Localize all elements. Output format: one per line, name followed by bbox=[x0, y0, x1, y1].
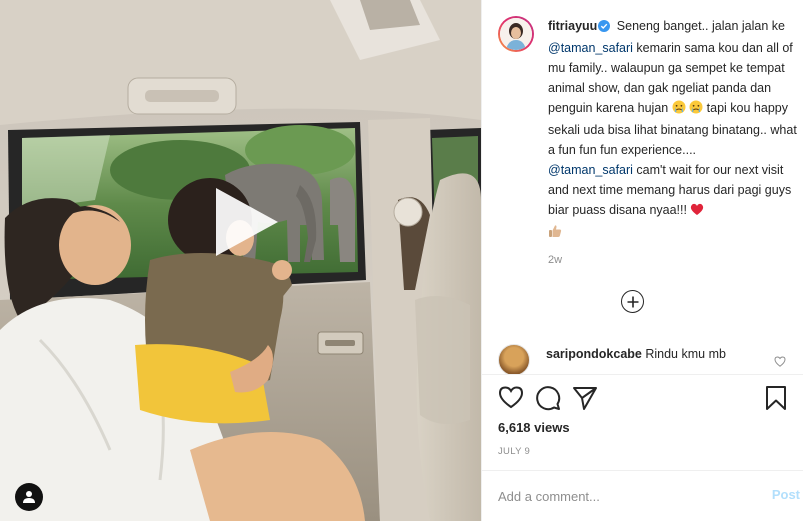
comment-body: Rindu kmu mb bbox=[641, 347, 726, 361]
action-icons-row bbox=[498, 385, 796, 413]
comment-bubble-icon bbox=[536, 386, 561, 411]
post-caption: fitriayuu Seneng banget.. jalan jalan ke… bbox=[498, 16, 798, 266]
crying-face-emoji-icon bbox=[689, 100, 703, 120]
comment-button[interactable] bbox=[535, 385, 563, 413]
bookmark-icon bbox=[766, 386, 786, 410]
post-video[interactable] bbox=[0, 0, 481, 521]
instagram-post-view: fitriayuu Seneng banget.. jalan jalan ke… bbox=[0, 0, 803, 521]
comment-item: saripondokcabe Rindu kmu mb bbox=[498, 344, 794, 374]
user-tag-button[interactable] bbox=[15, 483, 43, 511]
user-tag-icon bbox=[23, 491, 35, 503]
comment-like-button[interactable] bbox=[774, 354, 786, 372]
author-avatar[interactable] bbox=[498, 16, 534, 52]
heart-icon bbox=[774, 356, 786, 367]
play-button[interactable] bbox=[212, 186, 282, 258]
view-count[interactable]: 6,618 views bbox=[498, 420, 570, 435]
caption-part: Seneng banget.. jalan jalan ke bbox=[613, 19, 785, 33]
heart-icon bbox=[498, 386, 524, 409]
post-comment-button[interactable]: Post bbox=[772, 487, 800, 502]
save-button[interactable] bbox=[764, 385, 792, 413]
post-time-ago[interactable]: 2w bbox=[548, 254, 798, 266]
mention-link[interactable]: @taman_safari bbox=[548, 41, 633, 55]
red-heart-emoji-icon bbox=[690, 202, 704, 222]
verified-badge-icon bbox=[598, 18, 611, 38]
paper-plane-icon bbox=[573, 387, 597, 410]
comments-section: fitriayuu Seneng banget.. jalan jalan ke… bbox=[482, 0, 803, 374]
comment-input[interactable] bbox=[498, 485, 748, 507]
crying-face-emoji-icon bbox=[672, 100, 686, 120]
post-date[interactable]: JULY 9 bbox=[498, 446, 530, 457]
caption-text: fitriayuu Seneng banget.. jalan jalan ke… bbox=[548, 16, 798, 244]
post-actions: 6,618 views JULY 9 bbox=[482, 374, 803, 470]
thumbs-up-emoji-icon bbox=[548, 224, 562, 244]
mention-link[interactable]: @taman_safari bbox=[548, 163, 633, 177]
commenter-username[interactable]: saripondokcabe bbox=[546, 347, 642, 361]
play-icon bbox=[216, 188, 278, 256]
video-frame-scene bbox=[0, 0, 481, 521]
like-button[interactable] bbox=[498, 385, 526, 413]
avatar-image bbox=[500, 18, 532, 50]
load-more-comments-button[interactable] bbox=[621, 290, 644, 313]
add-comment-section: Post bbox=[482, 470, 803, 521]
commenter-avatar[interactable] bbox=[498, 344, 530, 374]
share-button[interactable] bbox=[572, 385, 600, 413]
plus-circle-icon bbox=[627, 296, 638, 307]
comment-text: saripondokcabe Rindu kmu mb bbox=[546, 344, 794, 364]
author-username[interactable]: fitriayuu bbox=[548, 19, 597, 33]
post-side-panel: fitriayuu Seneng banget.. jalan jalan ke… bbox=[481, 0, 803, 521]
